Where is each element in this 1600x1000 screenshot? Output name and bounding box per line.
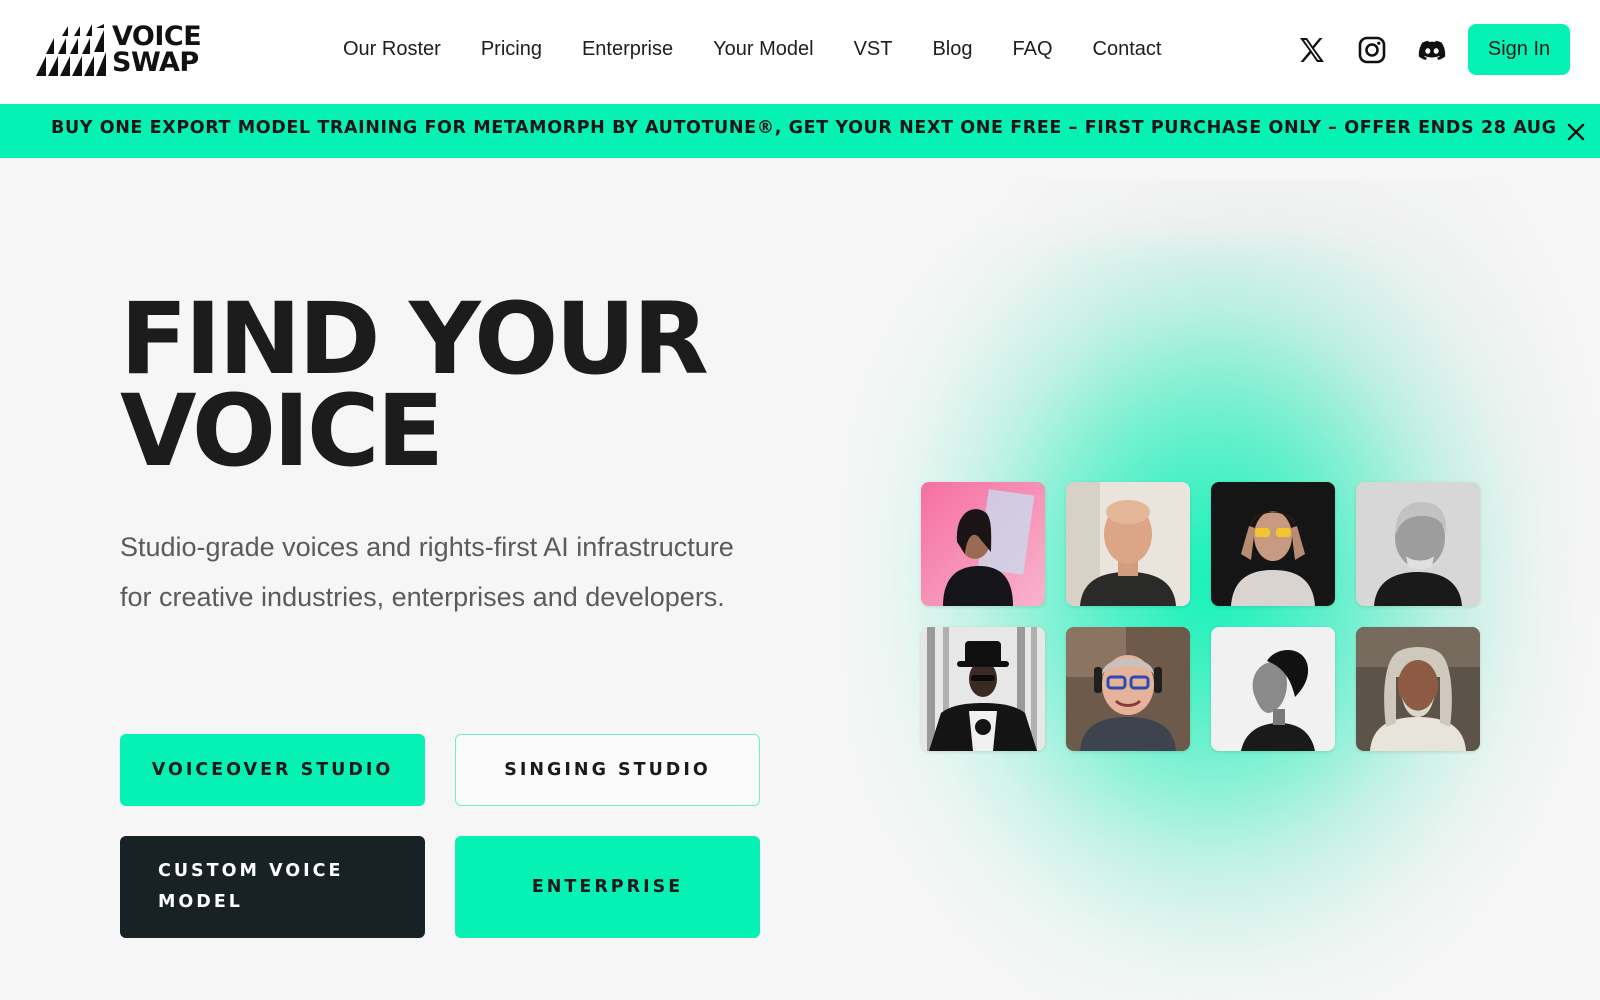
voiceover-studio-button[interactable]: VOICEOVER STUDIO xyxy=(120,734,425,806)
sign-in-button[interactable]: Sign In xyxy=(1468,24,1570,75)
voiceswap-logo[interactable]: VOICE SWAP xyxy=(34,22,202,78)
main-nav: Our Roster Pricing Enterprise Your Model… xyxy=(343,34,1201,64)
hero-glow xyxy=(860,240,1560,1000)
artist-portrait-8[interactable] xyxy=(1356,627,1480,751)
nav-blog[interactable]: Blog xyxy=(932,34,972,64)
hero-title-line-1: FIND YOUR xyxy=(120,282,709,397)
nav-our-roster[interactable]: Our Roster xyxy=(343,34,441,64)
x-icon[interactable] xyxy=(1292,30,1332,70)
promo-banner: BUY ONE EXPORT MODEL TRAINING FOR METAMO… xyxy=(0,104,1600,158)
site-header: VOICE SWAP Our Roster Pricing Enterprise… xyxy=(0,0,1600,104)
artist-portrait-2[interactable] xyxy=(1066,482,1190,606)
logo-line-2: SWAP xyxy=(112,47,199,78)
enterprise-button[interactable]: ENTERPRISE xyxy=(455,836,760,938)
discord-icon[interactable] xyxy=(1412,30,1452,70)
nav-pricing[interactable]: Pricing xyxy=(481,34,542,64)
nav-enterprise[interactable]: Enterprise xyxy=(582,34,673,64)
instagram-icon[interactable] xyxy=(1352,30,1392,70)
artist-portrait-4[interactable] xyxy=(1356,482,1480,606)
nav-your-model[interactable]: Your Model xyxy=(713,34,813,64)
custom-voice-model-label: CUSTOM VOICE MODEL xyxy=(158,861,344,912)
artist-portrait-5[interactable] xyxy=(921,627,1045,751)
hero-title: FIND YOUR VOICE xyxy=(120,282,709,489)
nav-vst[interactable]: VST xyxy=(854,34,893,64)
promo-banner-text: BUY ONE EXPORT MODEL TRAINING FOR METAMO… xyxy=(51,118,1557,138)
artist-portrait-1[interactable] xyxy=(921,482,1045,606)
artist-portrait-6[interactable] xyxy=(1066,627,1190,751)
close-icon[interactable] xyxy=(1566,122,1586,142)
artist-portrait-3[interactable] xyxy=(1211,482,1335,606)
nav-faq[interactable]: FAQ xyxy=(1013,34,1053,64)
custom-voice-model-button[interactable]: CUSTOM VOICE MODEL xyxy=(120,836,425,938)
singing-studio-button[interactable]: SINGING STUDIO xyxy=(455,734,760,806)
artist-portrait-7[interactable] xyxy=(1211,627,1335,751)
hero-subtitle: Studio-grade voices and rights-first AI … xyxy=(120,532,734,612)
hero-title-line-2: VOICE xyxy=(120,374,444,489)
logo-mark-icon xyxy=(36,24,106,76)
logo-wordmark: VOICE SWAP xyxy=(112,23,202,78)
nav-contact[interactable]: Contact xyxy=(1093,34,1162,64)
